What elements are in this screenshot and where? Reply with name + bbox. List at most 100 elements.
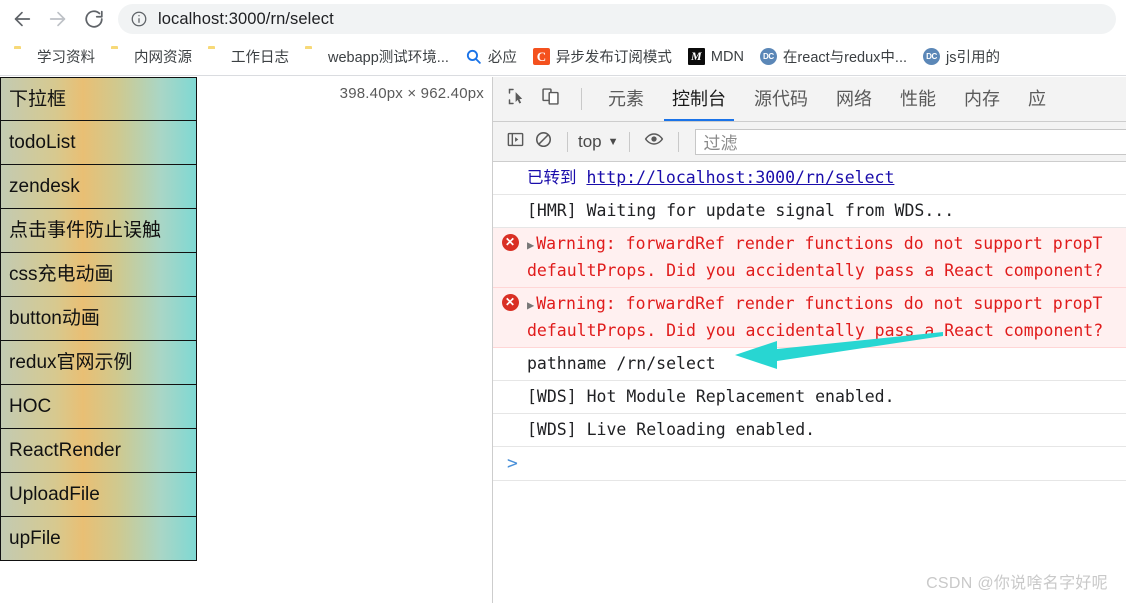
error-line-1: Warning: forwardRef render functions do … [536, 294, 1103, 313]
devtools-panel: 元素 控制台 源代码 网络 性能 内存 应 top ▼ 过滤 已转到 http:… [492, 77, 1126, 603]
bookmark-item[interactable]: DC js引用的 [917, 44, 1006, 70]
clear-console-icon [534, 130, 553, 154]
bookmark-item[interactable]: webapp测试环境... [299, 44, 455, 70]
bookmark-label: 异步发布订阅模式 [555, 50, 672, 66]
bookmark-label: 工作日志 [231, 50, 289, 66]
console-message-error: ✕ ▶ Warning: forwardRef render functions … [493, 228, 1126, 288]
bookmark-item[interactable]: 学习资料 [8, 44, 101, 70]
browser-window: localhost:3000/rn/select 学习资料 内网资源 工作日志 … [0, 0, 1126, 603]
bookmark-item[interactable]: 必应 [459, 44, 523, 70]
menu-item-dropdown[interactable]: 下拉框 [0, 77, 197, 121]
clear-console-button[interactable] [529, 128, 557, 156]
error-line-2: defaultProps. Did you accidentally pass … [527, 321, 1104, 340]
console-filter-input[interactable]: 过滤 [694, 128, 1126, 155]
console-message-log: [WDS] Hot Module Replacement enabled. [493, 381, 1126, 414]
devcommunity-icon: DC [923, 48, 941, 65]
page-viewport: 398.40px × 962.40px 下拉框 todoList zendesk… [0, 77, 492, 603]
tab-elements[interactable]: 元素 [594, 77, 658, 121]
viewport-size-tooltip: 398.40px × 962.40px [339, 85, 484, 102]
expander-triangle-icon[interactable]: ▶ [527, 238, 534, 252]
log-text: pathname /rn/select [527, 354, 716, 373]
bookmark-item[interactable]: C 异步发布订阅模式 [527, 44, 678, 70]
menu-item-hoc[interactable]: HOC [0, 385, 197, 429]
toolbar-divider [581, 88, 582, 110]
console-sidebar-icon [506, 130, 525, 154]
console-prompt[interactable]: > [493, 447, 1126, 481]
back-button[interactable] [4, 1, 40, 37]
context-selector-label: top [578, 131, 602, 151]
prompt-caret-icon: > [507, 453, 518, 474]
tab-network[interactable]: 网络 [822, 77, 886, 121]
bookmark-item[interactable]: DC 在react与redux中... [754, 44, 913, 70]
tab-console[interactable]: 控制台 [658, 77, 740, 121]
tab-memory[interactable]: 内存 [950, 77, 1014, 121]
menu-item-button-animation[interactable]: button动画 [0, 297, 197, 341]
watermark: CSDN @你说啥名字好呢 [926, 575, 1108, 592]
address-bar[interactable]: localhost:3000/rn/select [118, 4, 1116, 34]
tab-performance[interactable]: 性能 [886, 77, 950, 121]
folder-icon [111, 48, 128, 65]
console-message-navigation: 已转到 http://localhost:3000/rn/select [493, 162, 1126, 195]
error-line-2: defaultProps. Did you accidentally pass … [527, 261, 1104, 280]
csdn-icon: C [532, 48, 550, 65]
bookmark-item[interactable]: 工作日志 [202, 44, 295, 70]
tab-application[interactable]: 应 [1014, 77, 1060, 121]
bookmark-item[interactable]: M MDN [682, 44, 750, 70]
mdn-icon: M [687, 48, 705, 65]
log-gutter: ✕ [493, 291, 527, 311]
console-message-log: [WDS] Live Reloading enabled. [493, 414, 1126, 447]
expander-triangle-icon[interactable]: ▶ [527, 298, 534, 312]
toolbar-divider [677, 131, 679, 152]
chevron-down-icon: ▼ [607, 135, 619, 148]
live-expression-eye-icon [644, 129, 664, 154]
address-bar-url: localhost:3000/rn/select [158, 9, 334, 28]
context-selector[interactable]: top ▼ [578, 132, 619, 152]
log-gutter [493, 198, 527, 201]
console-sidebar-button[interactable] [501, 128, 529, 156]
device-toolbar-icon [540, 86, 561, 112]
folder-icon [14, 48, 31, 65]
log-text: [HMR] Waiting for update signal from WDS… [527, 201, 955, 220]
reload-icon [83, 8, 105, 30]
tab-sources[interactable]: 源代码 [740, 77, 822, 121]
log-gutter [493, 384, 527, 387]
bookmarks-bar: 学习资料 内网资源 工作日志 webapp测试环境... 必应 C 异步发布订阅… [0, 38, 1126, 76]
folder-icon [305, 48, 322, 65]
search-icon [465, 48, 482, 65]
menu-item-uploadfile[interactable]: UploadFile [0, 473, 197, 517]
menu-item-reactrender[interactable]: ReactRender [0, 429, 197, 473]
log-gutter [493, 165, 527, 168]
inspect-element-icon [506, 86, 527, 112]
log-text: [WDS] Hot Module Replacement enabled. [527, 387, 895, 406]
menu-item-todolist[interactable]: todoList [0, 121, 197, 165]
menu-item-zendesk[interactable]: zendesk [0, 165, 197, 209]
bookmark-label: 在react与redux中... [782, 50, 908, 66]
menu-item-redux-example[interactable]: redux官网示例 [0, 341, 197, 385]
bookmark-item[interactable]: 内网资源 [105, 44, 198, 70]
reload-button[interactable] [76, 1, 112, 37]
error-badge-icon: ✕ [501, 234, 519, 251]
bookmark-label: webapp测试环境... [328, 50, 449, 66]
log-text: 已转到 http://localhost:3000/rn/select [527, 165, 1126, 191]
navigation-prefix: 已转到 [527, 168, 577, 187]
menu-item-click-guard[interactable]: 点击事件防止误触 [0, 209, 197, 253]
arrow-left-icon [11, 8, 33, 30]
arrow-right-icon [47, 8, 69, 30]
menu-item-upfile[interactable]: upFile [0, 517, 197, 561]
live-expression-button[interactable] [640, 128, 668, 156]
menu-item-css-charge-animation[interactable]: css充电动画 [0, 253, 197, 297]
forward-button[interactable] [40, 1, 76, 37]
inspect-element-button[interactable] [501, 84, 531, 114]
bookmark-label: 学习资料 [37, 50, 95, 66]
console-log-area[interactable]: 已转到 http://localhost:3000/rn/select [HMR… [493, 162, 1126, 603]
error-badge-icon: ✕ [501, 294, 519, 311]
error-line-1: Warning: forwardRef render functions do … [536, 234, 1103, 253]
log-gutter: ✕ [493, 231, 527, 251]
device-toolbar-button[interactable] [535, 84, 565, 114]
toolbar-divider [567, 131, 568, 152]
navigation-link[interactable]: http://localhost:3000/rn/select [586, 168, 894, 187]
info-circle-icon[interactable] [130, 10, 148, 28]
browser-toolbar: localhost:3000/rn/select [0, 0, 1126, 38]
console-message-log: [HMR] Waiting for update signal from WDS… [493, 195, 1126, 228]
log-gutter [493, 417, 527, 420]
